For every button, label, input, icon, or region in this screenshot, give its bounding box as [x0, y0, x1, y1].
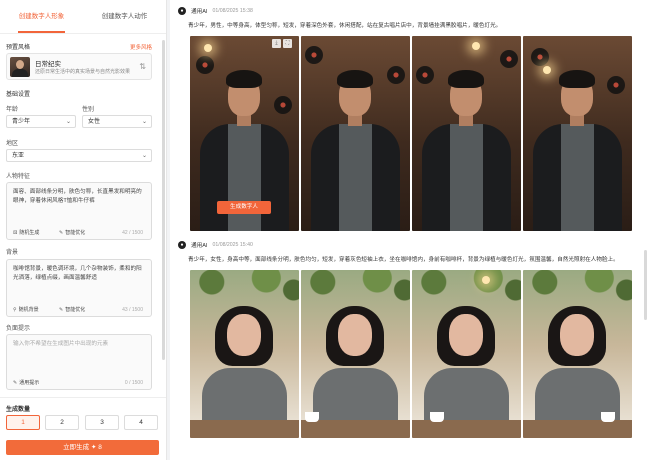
generated-image[interactable]: ⤓ ⛶ 生成数字人 — [190, 36, 299, 231]
quantity-label: 生成数量 — [6, 407, 31, 413]
quantity-option-4[interactable]: 4 — [124, 415, 158, 430]
generated-image[interactable] — [412, 36, 521, 231]
gender-label: 性别 — [82, 107, 95, 113]
features-text: 面容、面部线条分明，肤色匀称，长直黑发和明亮的眼神，穿着休闲风格T恤和牛仔裤 — [13, 189, 142, 204]
generated-image[interactable] — [301, 270, 410, 438]
generated-image[interactable] — [190, 270, 299, 438]
style-card[interactable]: 日常纪实 还原日常生活中的真实场景与自然光影效果 ⇅ — [6, 53, 152, 80]
swap-icon[interactable]: ⇅ — [139, 62, 146, 71]
divider — [0, 397, 166, 398]
gender-select[interactable]: 女性 ⌄ — [82, 115, 152, 128]
background-text: 咖啡馆背景，暖色调环境，几个杂物装饰，柔和的阳光洒落，绿植点缀，画面温馨舒适 — [13, 266, 142, 281]
wand-icon: ✎ — [59, 230, 64, 236]
quantity-option-1[interactable]: 1 — [6, 415, 40, 430]
negative-placeholder: 输入你不希望在生成图片中出现的元素 — [13, 341, 109, 347]
dice-icon: ⚄ — [13, 230, 18, 236]
post-header: ● 通用AI 01/08/2025 15:38 — [178, 7, 253, 15]
negative-textarea[interactable]: 输入你不希望在生成图片中出现的元素 ✎ 通用提示 0 / 1500 — [6, 334, 152, 390]
style-title: 日常纪实 — [35, 61, 61, 68]
features-count: 42 / 1500 — [122, 230, 143, 236]
style-section-label: 预置风格 — [6, 45, 31, 51]
background-textarea[interactable]: 咖啡馆背景，暖色调环境，几个杂物装饰，柔和的阳光洒落，绿植点缀，画面温馨舒适 ⚲… — [6, 259, 152, 317]
region-label: 地区 — [6, 141, 19, 147]
age-value: 青少年 — [12, 119, 31, 125]
basic-section-label: 基础设置 — [6, 92, 31, 98]
quantity-option-3[interactable]: 3 — [85, 415, 119, 430]
generate-button[interactable]: 立即生成 ✦ 8 — [6, 440, 159, 455]
post-avatar: ● — [178, 7, 186, 15]
results-scrollbar[interactable] — [644, 250, 647, 320]
wand-icon: ✎ — [13, 380, 18, 386]
left-panel: 创建数字人形象 创建数字人动作 预置风格 更多风格 日常纪实 还原日常生活中的真… — [0, 0, 167, 460]
post-header: ● 通用AI 01/08/2025 15:40 — [178, 241, 253, 249]
chevron-down-icon: ⌄ — [65, 119, 71, 125]
more-styles-link[interactable]: 更多风格 — [130, 43, 152, 51]
style-desc: 还原日常生活中的真实场景与自然光影效果 — [35, 69, 131, 75]
negative-count: 0 / 1500 — [124, 380, 143, 386]
tab-bar: 创建数字人形象 创建数字人动作 — [0, 0, 166, 34]
post-author: 通用AI — [191, 243, 208, 249]
left-scrollbar[interactable] — [162, 40, 165, 360]
generated-image[interactable] — [412, 270, 521, 438]
post-date: 01/08/2025 15:40 — [212, 242, 253, 248]
style-thumbnail — [10, 57, 30, 77]
random-chip[interactable]: ⚄ 随机生成 — [13, 228, 39, 238]
generated-image[interactable] — [523, 36, 632, 231]
results-panel: ● 通用AI 01/08/2025 15:38 青少年，男性，中等身高，体型匀称… — [170, 0, 650, 460]
tab-create-action[interactable]: 创建数字人动作 — [83, 0, 166, 33]
region-select[interactable]: 东亚 ⌄ — [6, 149, 152, 162]
background-count: 43 / 1500 — [122, 307, 143, 313]
tab-create-avatar[interactable]: 创建数字人形象 — [0, 0, 83, 33]
post-author: 通用AI — [191, 9, 208, 15]
location-icon: ⚲ — [13, 307, 17, 313]
negative-label: 负面提示 — [6, 326, 31, 332]
generated-image[interactable] — [523, 270, 632, 438]
age-select[interactable]: 青少年 ⌄ — [6, 115, 76, 128]
post-prompt: 青少年，男性，中等身高，体型匀称，短发，穿着深色外套，休闲搭配，站在复古唱片店中… — [188, 23, 502, 29]
wand-icon: ✎ — [59, 307, 64, 313]
post-date: 01/08/2025 15:38 — [212, 8, 253, 14]
background-label: 背景 — [6, 250, 19, 256]
quantity-option-2[interactable]: 2 — [45, 415, 79, 430]
random-background-chip[interactable]: ⚲ 随机背景 — [13, 305, 39, 315]
gender-value: 女性 — [88, 119, 101, 125]
download-icon[interactable]: ⤓ — [272, 39, 281, 48]
optimize-background-chip[interactable]: ✎ 智能优化 — [59, 305, 85, 315]
optimize-chip[interactable]: ✎ 智能优化 — [59, 228, 85, 238]
features-textarea[interactable]: 面容、面部线条分明，肤色匀称，长直黑发和明亮的眼神，穿着休闲风格T恤和牛仔裤 ⚄… — [6, 182, 152, 240]
age-label: 年龄 — [6, 107, 19, 113]
general-tip-chip[interactable]: ✎ 通用提示 — [13, 378, 39, 388]
generated-image[interactable] — [301, 36, 410, 231]
expand-icon[interactable]: ⛶ — [283, 39, 292, 48]
region-value: 东亚 — [12, 153, 25, 159]
image-tools: ⤓ ⛶ — [270, 39, 292, 48]
post-avatar: ● — [178, 241, 186, 249]
post-prompt: 青少年，女性，身高中等，面部线条分明，肤色均匀，短发，穿着灰色短袖上衣，坐在咖啡… — [188, 257, 619, 263]
features-label: 人物特征 — [6, 174, 31, 180]
chevron-down-icon: ⌄ — [141, 153, 147, 159]
chevron-down-icon: ⌄ — [141, 119, 147, 125]
create-avatar-overlay-button[interactable]: 生成数字人 — [217, 201, 271, 214]
